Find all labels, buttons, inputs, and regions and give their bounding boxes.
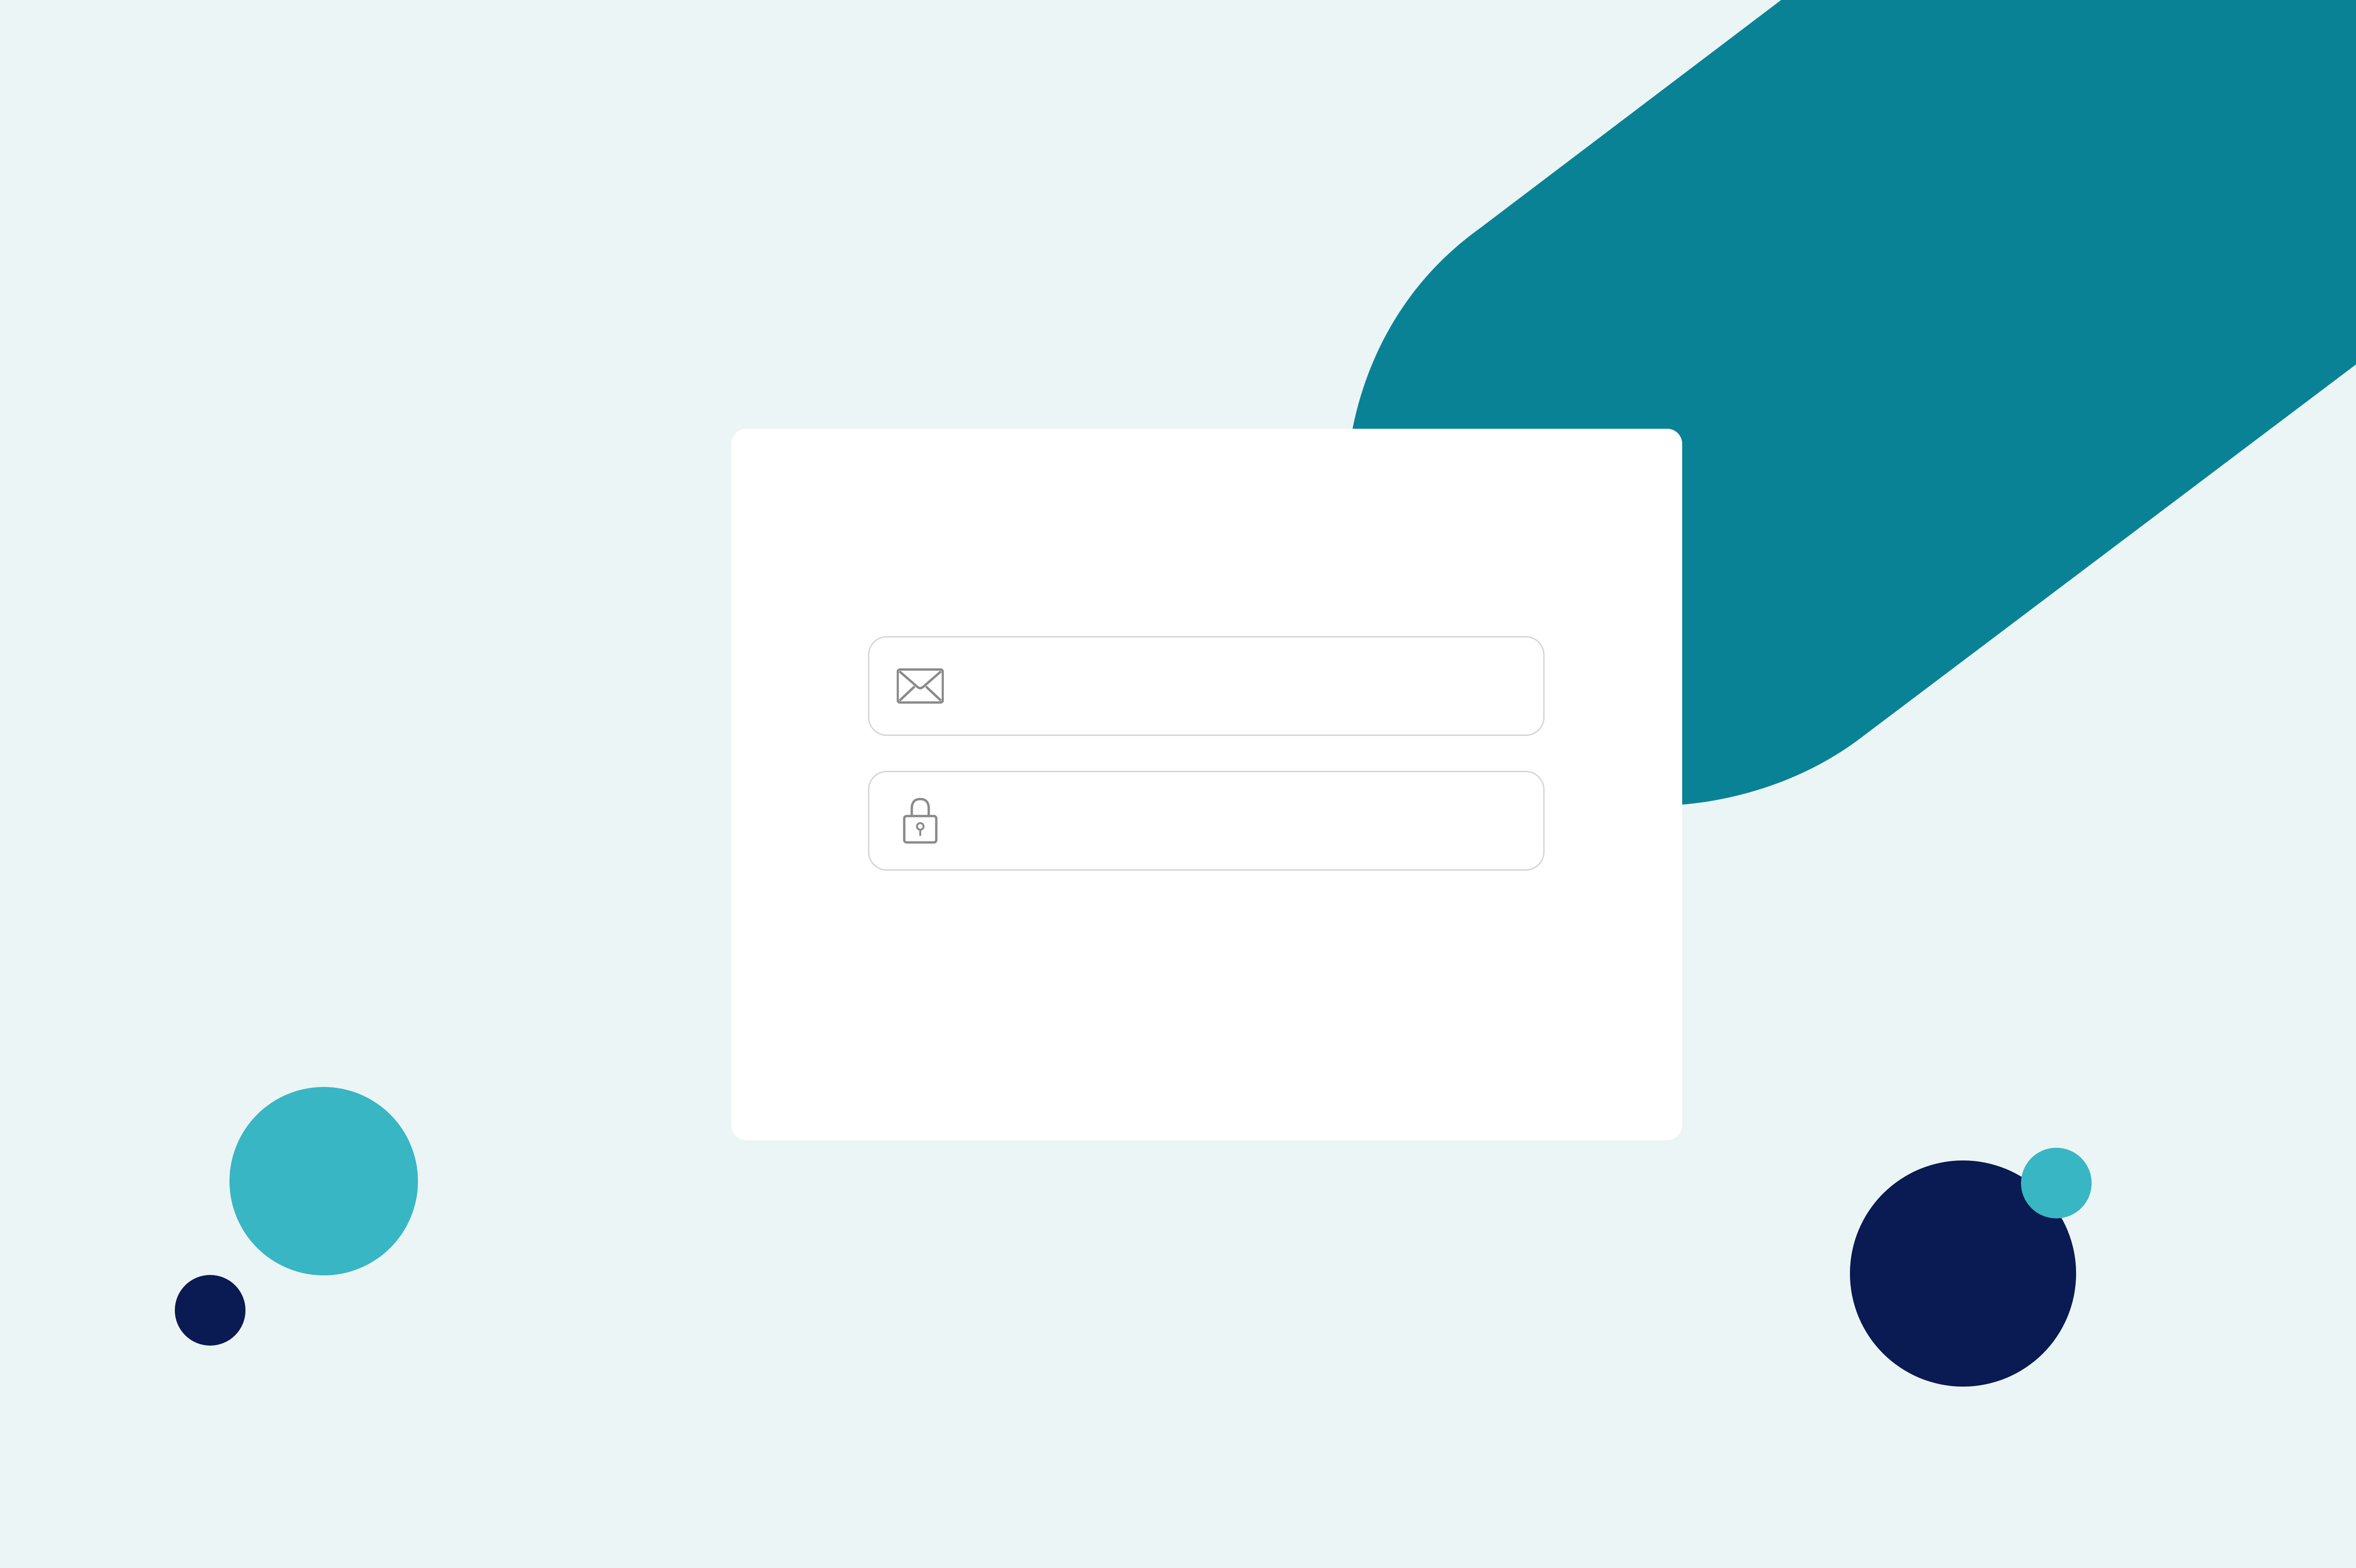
decor-circle-navy-small	[175, 1275, 245, 1346]
email-field[interactable]	[868, 636, 1545, 736]
login-card	[731, 429, 1682, 1140]
password-input[interactable]	[963, 772, 1515, 869]
decor-circle-teal-small	[2021, 1148, 2092, 1218]
email-input[interactable]	[963, 637, 1515, 735]
envelope-icon	[897, 668, 944, 704]
password-field[interactable]	[868, 771, 1545, 871]
decor-circle-teal-large	[229, 1087, 418, 1275]
lock-icon	[903, 798, 938, 844]
